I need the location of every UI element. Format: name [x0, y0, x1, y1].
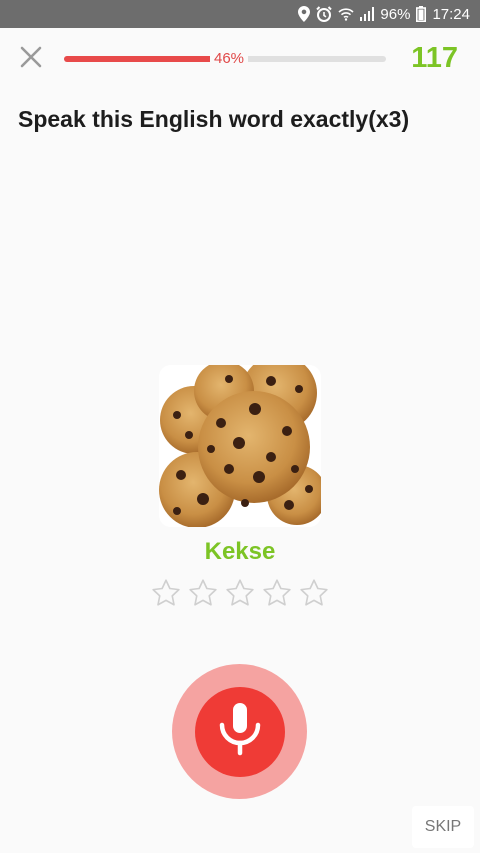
status-time: 17:24: [432, 5, 470, 23]
progress-fill: [64, 56, 212, 62]
rating-stars: [0, 578, 480, 608]
exercise-instruction: Speak this English word exactly(x3): [18, 106, 410, 132]
star-icon: [299, 578, 329, 608]
microphone-button[interactable]: [172, 664, 307, 799]
battery-icon: [416, 6, 427, 22]
star-icon: [151, 578, 181, 608]
battery-percent: 96%: [380, 5, 411, 23]
wifi-icon: [338, 7, 354, 21]
star-icon: [225, 578, 255, 608]
microphone-button-inner: [194, 686, 285, 777]
target-word: Kekse: [204, 538, 276, 565]
progress-percent-label: 46%: [210, 49, 249, 69]
cookies-image: [159, 365, 321, 527]
star-icon: [188, 578, 218, 608]
skip-button[interactable]: SKIP: [412, 806, 474, 848]
alarm-icon: [316, 6, 333, 22]
close-icon: [20, 46, 42, 73]
microphone-icon: [213, 699, 267, 764]
location-icon: [298, 6, 311, 22]
lesson-progress-bar: 46%: [64, 47, 386, 71]
signal-icon: [360, 7, 375, 21]
score-counter: 117: [411, 42, 458, 74]
status-bar: 96% 17:24: [0, 0, 480, 28]
close-button[interactable]: [16, 44, 46, 74]
star-icon: [262, 578, 292, 608]
